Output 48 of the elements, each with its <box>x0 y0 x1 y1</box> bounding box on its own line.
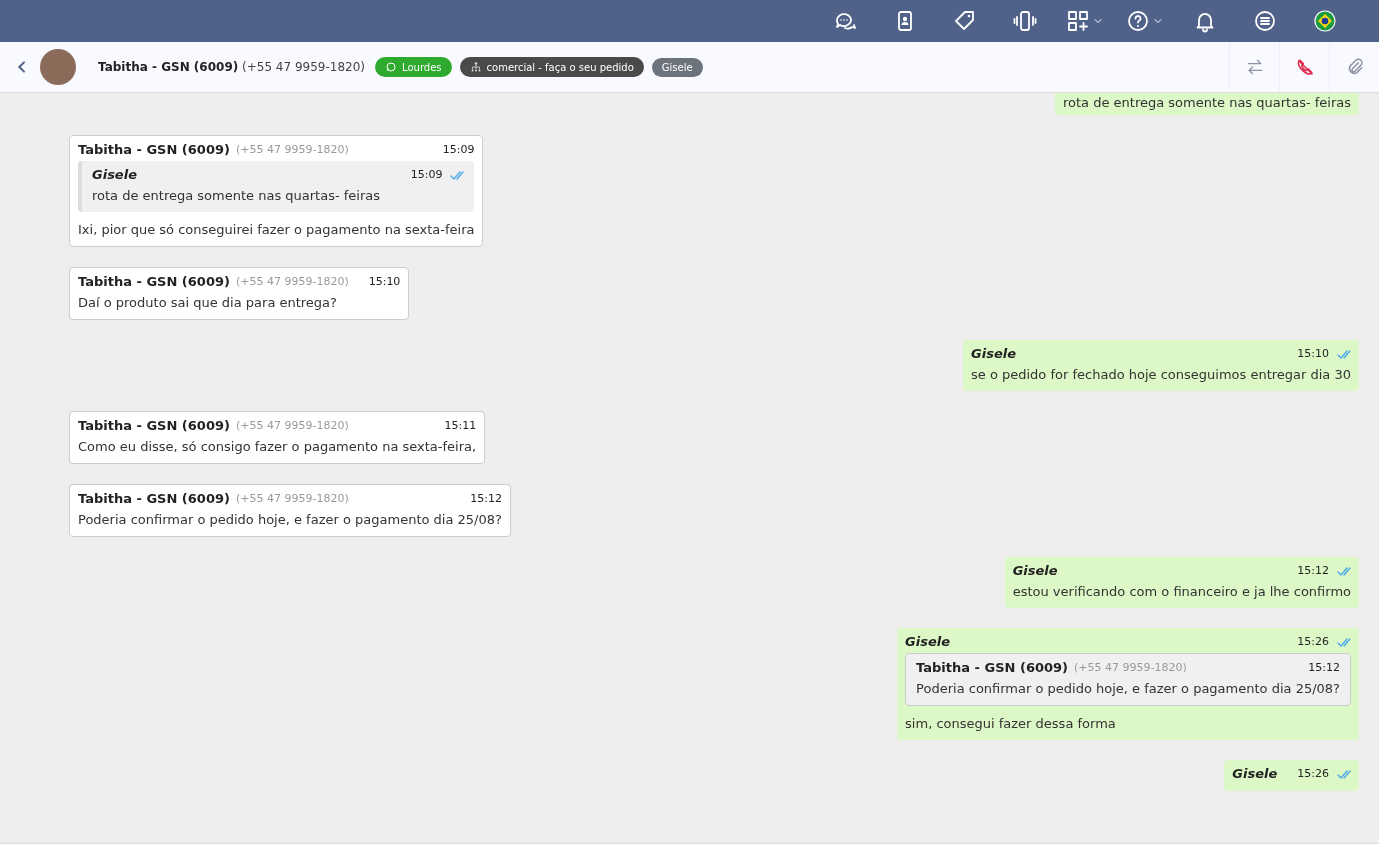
message-time: 15:10 <box>368 275 401 288</box>
tag-badge: Lourdes <box>375 57 452 77</box>
sender-name: Tabitha - GSN (6009) <box>78 491 230 506</box>
avatar <box>40 49 76 85</box>
message-text: Poderia confirmar o pedido hoje, e fazer o pagamento dia 25/08? <box>916 680 1340 698</box>
tag-badge: Gisele <box>651 57 703 77</box>
flag-icon <box>1313 9 1337 33</box>
message-time: 15:12 <box>1297 564 1329 577</box>
message-time: 15:11 <box>444 419 477 432</box>
sender-name: Gisele <box>1012 563 1058 578</box>
message-time: 15:09 <box>442 143 475 156</box>
message-text: rota de entrega somente nas quartas- feiras <box>1062 94 1351 112</box>
message-time: 15:12 <box>1308 661 1340 674</box>
message-text: se o pedido for fechado hoje conseguimos entregar dia 30 <box>971 366 1351 384</box>
apps-grid-icon <box>1066 9 1090 33</box>
sender-phone: (+55 47 9959-1820) <box>235 143 349 156</box>
help-icon <box>1126 9 1150 33</box>
sender-phone: (+55 47 9959-1820) <box>235 419 349 432</box>
sender-phone: (+55 47 9959-1820) <box>235 492 349 505</box>
message-time: 15:26 <box>1297 767 1329 780</box>
sender-phone: (+55 47 9959-1820) <box>1074 661 1187 674</box>
flag-button[interactable] <box>1311 7 1339 35</box>
sender-name: Gisele <box>92 167 137 182</box>
tag-icon <box>953 9 977 33</box>
sender-name: Tabitha - GSN (6009) <box>78 418 230 433</box>
message-text: Como eu disse, só consigo fazer o pagamento na sexta-feira, <box>78 438 477 456</box>
message-text: rota de entrega somente nas quartas- feiras <box>92 187 382 205</box>
sender-name: Tabitha - GSN (6009) <box>916 660 1068 675</box>
vibrating-phone-icon <box>1013 9 1037 33</box>
sender-name: Gisele <box>1232 766 1278 781</box>
sender-name: Tabitha - GSN (6009) <box>78 274 230 289</box>
sender-name: Gisele <box>905 634 951 649</box>
message-text: Ixi, pior que só conseguirei fazer o pagamento na sexta-feira <box>78 221 475 239</box>
sender-name: Gisele <box>971 346 1016 361</box>
sender-phone: (+55 47 9959-1820) <box>235 275 349 288</box>
message-time: 15:12 <box>470 492 502 505</box>
message-time: 15:26 <box>1297 635 1329 648</box>
sender-name: Tabitha - GSN (6009) <box>78 142 230 157</box>
list-circle-icon <box>1253 9 1277 33</box>
contact-name: Tabitha - GSN (6009) (+55 47 9959-1820) <box>98 60 366 74</box>
message-text: estou verificando com o financeiro e ja lhe confirmo <box>1012 583 1351 601</box>
hierarchy-icon <box>469 61 482 73</box>
tag-badge: comercial - faça o seu pedido <box>459 57 644 77</box>
message-time: 15:10 <box>1297 347 1329 360</box>
message-text: Poderia confirmar o pedido hoje, e fazer o pagamento dia 25/08? <box>78 511 502 529</box>
message-text: sim, consegui fazer dessa forma <box>905 715 1117 733</box>
message-text: Daí o produto sai que dia para entrega? <box>78 294 338 312</box>
message-time: 15:09 <box>410 168 443 181</box>
